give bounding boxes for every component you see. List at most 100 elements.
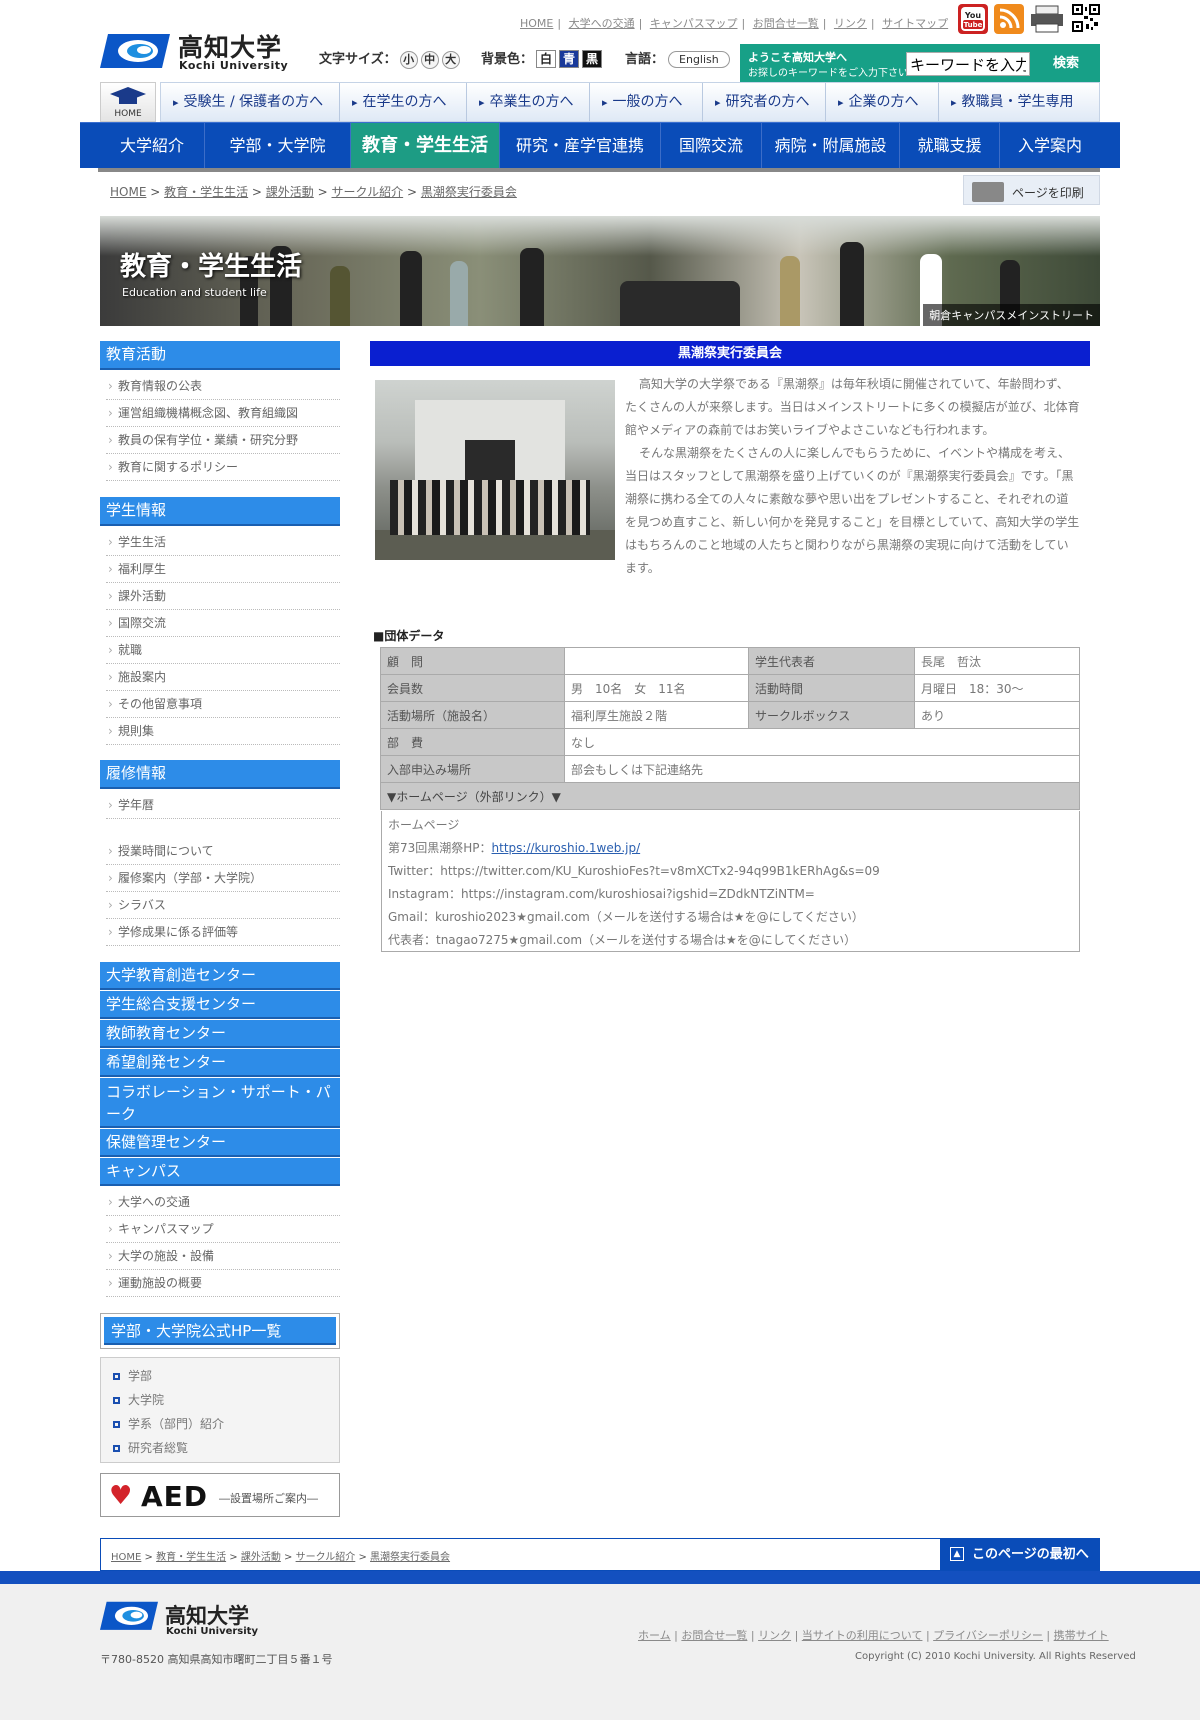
sidebar-heading-student-info[interactable]: 学生情報 (100, 497, 340, 526)
sidebar-center-hope[interactable]: 希望創発センター (100, 1049, 340, 1077)
breadcrumb-home[interactable]: HOME (111, 1552, 141, 1563)
link-campus-map[interactable]: キャンパスマップ (650, 17, 738, 30)
sidebar-item[interactable]: 福利厚生 (106, 556, 340, 583)
nav-faculties[interactable]: 学部・大学院 (205, 123, 351, 169)
breadcrumb-extracurricular[interactable]: 課外活動 (266, 185, 314, 199)
sidebar-center-student-support[interactable]: 学生総合支援センター (100, 991, 340, 1019)
copyright: Copyright (C) 2010 Kochi University. All… (855, 1651, 1136, 1662)
sidebar-item[interactable]: 規則集 (106, 718, 340, 745)
bg-blue-button[interactable]: 青 (559, 50, 580, 68)
aed-title: AED (141, 1480, 209, 1513)
sidebar-item[interactable]: 国際交流 (106, 610, 340, 637)
link-sitemap[interactable]: サイトマップ (882, 17, 948, 30)
nav-education-student-life[interactable]: 教育・学生生活 (351, 123, 500, 169)
footer-link-mobile[interactable]: 携帯サイト (1054, 1629, 1109, 1642)
banner-title: 教育・学生生活 (120, 252, 303, 282)
search-input[interactable] (906, 52, 1030, 76)
audience-applicants[interactable]: 受験生 / 保護者の方へ (161, 83, 340, 121)
sidebar-item[interactable]: 学年暦 (106, 792, 340, 819)
sidebar-item[interactable]: 学生生活 (106, 529, 340, 556)
nav-international[interactable]: 国際交流 (661, 123, 762, 169)
audience-public[interactable]: 一般の方へ (590, 83, 703, 121)
sidebar-center-health[interactable]: 保健管理センター (100, 1129, 340, 1157)
print-page-button[interactable]: ページを印刷 (963, 175, 1100, 205)
list-item[interactable]: 大学院 (113, 1391, 164, 1408)
sidebar-item[interactable]: 教員の保有学位・業績・研究分野 (106, 427, 340, 454)
list-item[interactable]: 研究者総覧 (113, 1439, 188, 1456)
table-key: 学生代表者 (748, 647, 915, 675)
youtube-icon[interactable]: You Tube (958, 4, 988, 34)
table-row: 活動場所（施設名） 福利厚生施設２階 サークルボックス あり (380, 701, 1080, 729)
nav-research[interactable]: 研究・産学官連携 (500, 123, 661, 169)
bg-white-button[interactable]: 白 (536, 50, 557, 68)
back-to-top-button[interactable]: ▲ このページの最初へ (940, 1538, 1100, 1571)
aed-banner[interactable]: ♥ AED ―設置場所ご案内― (100, 1473, 340, 1517)
sidebar-center-education-creation[interactable]: 大学教育創造センター (100, 962, 340, 990)
breadcrumb-home[interactable]: HOME (110, 185, 146, 199)
audience-alumni[interactable]: 卒業生の方へ (467, 83, 590, 121)
festival-hp-link[interactable]: https://kuroshio.1web.jp/ (492, 841, 641, 855)
sidebar-item[interactable]: 大学への交通 (106, 1189, 340, 1216)
breadcrumb-circles[interactable]: サークル紹介 (332, 185, 404, 199)
list-item[interactable]: 学部 (113, 1367, 152, 1384)
qr-code-icon (1072, 4, 1102, 34)
sidebar-item[interactable]: 課外活動 (106, 583, 340, 610)
breadcrumb-current[interactable]: 黒潮祭実行委員会 (421, 185, 517, 199)
audience-students[interactable]: 在学生の方へ (340, 83, 467, 121)
breadcrumb-education[interactable]: 教育・学生生活 (156, 1552, 226, 1563)
footer-link-home[interactable]: ホーム (638, 1629, 671, 1642)
faculty-hp-title[interactable]: 学部・大学院公式HP一覧 (104, 1317, 336, 1345)
university-logo-icon[interactable] (100, 30, 170, 70)
font-size-medium-button[interactable]: 中 (420, 51, 439, 69)
sidebar-item[interactable]: 履修案内（学部・大学院） (106, 865, 340, 892)
university-logo-icon[interactable] (100, 1598, 158, 1632)
nav-career[interactable]: 就職支援 (900, 123, 1000, 169)
sidebar-item[interactable]: 運動施設の概要 (106, 1270, 340, 1297)
nav-hospital[interactable]: 病院・附属施設 (762, 123, 900, 169)
faculty-hp-list: 学部 大学院 学系（部門）紹介 研究者総覧 (100, 1357, 340, 1463)
list-item[interactable]: 学系（部門）紹介 (113, 1415, 224, 1432)
bg-black-button[interactable]: 黒 (582, 50, 603, 68)
nav-about[interactable]: 大学紹介 (100, 123, 205, 169)
sidebar-item[interactable]: キャンパスマップ (106, 1216, 340, 1243)
breadcrumb-circles[interactable]: サークル紹介 (296, 1552, 356, 1563)
sidebar-center-teacher-education[interactable]: 教師教育センター (100, 1020, 340, 1048)
link-access[interactable]: 大学への交通 (569, 17, 635, 30)
sidebar-campus[interactable]: キャンパス (100, 1158, 340, 1186)
audience-companies[interactable]: 企業の方へ (826, 83, 939, 121)
search-button[interactable]: 検索 (1036, 52, 1096, 76)
link-contact[interactable]: お問合せ一覧 (753, 17, 819, 30)
nav-admissions[interactable]: 入学案内 (1000, 123, 1100, 169)
font-size-small-button[interactable]: 小 (399, 51, 418, 69)
footer-link-terms[interactable]: 当サイトの利用について (802, 1629, 923, 1642)
sidebar-item[interactable]: その他留意事項 (106, 691, 340, 718)
audience-staff[interactable]: 教職員・学生専用 (939, 83, 1099, 121)
rss-icon[interactable] (994, 4, 1024, 34)
audience-researchers[interactable]: 研究者の方へ (703, 83, 826, 121)
sidebar-item[interactable]: 就職 (106, 637, 340, 664)
breadcrumb-current[interactable]: 黒潮祭実行委員会 (370, 1552, 450, 1563)
sidebar-item[interactable]: 教育に関するポリシー (106, 454, 340, 481)
sidebar-item[interactable]: シラバス (106, 892, 340, 919)
sidebar-center-collaboration[interactable]: コラボレーション・サポート・パーク (100, 1078, 340, 1128)
sidebar-item[interactable]: 大学の施設・設備 (106, 1243, 340, 1270)
font-size-large-button[interactable]: 大 (441, 51, 460, 69)
sidebar-item[interactable]: 学修成果に係る評価等 (106, 919, 340, 946)
sidebar-heading-education[interactable]: 教育活動 (100, 341, 340, 370)
sidebar-item[interactable]: 運営組織機構概念図、教育組織図 (106, 400, 340, 427)
footer-link-links[interactable]: リンク (758, 1629, 791, 1642)
sidebar-item[interactable]: 授業時間について (106, 838, 340, 865)
footer-link-privacy[interactable]: プライバシーポリシー (933, 1629, 1043, 1642)
home-button[interactable]: HOME (100, 82, 156, 122)
print-icon[interactable] (1030, 4, 1063, 34)
sidebar-heading-course-info[interactable]: 履修情報 (100, 760, 340, 789)
english-button[interactable]: English (668, 51, 730, 68)
table-key: サークルボックス (748, 701, 915, 729)
breadcrumb-education[interactable]: 教育・学生生活 (164, 185, 248, 199)
link-links[interactable]: リンク (834, 17, 867, 30)
link-home[interactable]: HOME (520, 17, 553, 30)
sidebar-item[interactable]: 施設案内 (106, 664, 340, 691)
sidebar-item[interactable]: 教育情報の公表 (106, 373, 340, 400)
breadcrumb-extracurricular[interactable]: 課外活動 (241, 1552, 281, 1563)
footer-link-contact[interactable]: お問合せ一覧 (681, 1629, 747, 1642)
